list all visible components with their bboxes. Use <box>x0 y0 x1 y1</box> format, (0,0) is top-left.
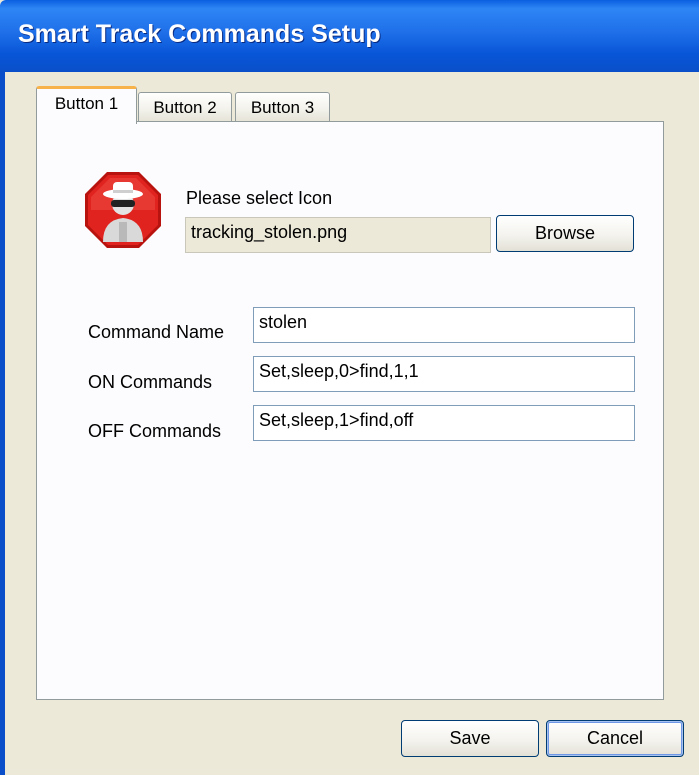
title-bar[interactable]: Smart Track Commands Setup <box>0 0 699 72</box>
off-commands-input[interactable]: Set,sleep,1>find,off <box>253 405 635 441</box>
on-commands-label: ON Commands <box>88 372 213 392</box>
window-border <box>0 72 5 775</box>
icon-file-field[interactable]: tracking_stolen.png <box>185 217 491 253</box>
save-button[interactable]: Save <box>401 720 539 757</box>
browse-button[interactable]: Browse <box>496 215 634 252</box>
select-icon-label: Please select Icon <box>186 188 333 208</box>
tab-button-3[interactable]: Button 3 <box>235 92 330 122</box>
command-name-input[interactable]: stolen <box>253 307 635 343</box>
dialog-window: Smart Track Commands Setup Button 1 Butt… <box>0 0 699 775</box>
spy-thief-icon <box>85 172 161 248</box>
cancel-button[interactable]: Cancel <box>546 720 684 757</box>
window-title: Smart Track Commands Setup <box>18 20 381 48</box>
tab-button-1[interactable]: Button 1 <box>36 86 137 124</box>
off-commands-label: OFF Commands <box>88 421 222 441</box>
tab-button-2[interactable]: Button 2 <box>138 92 232 122</box>
command-name-label: Command Name <box>88 322 225 342</box>
on-commands-input[interactable]: Set,sleep,0>find,1,1 <box>253 356 635 392</box>
